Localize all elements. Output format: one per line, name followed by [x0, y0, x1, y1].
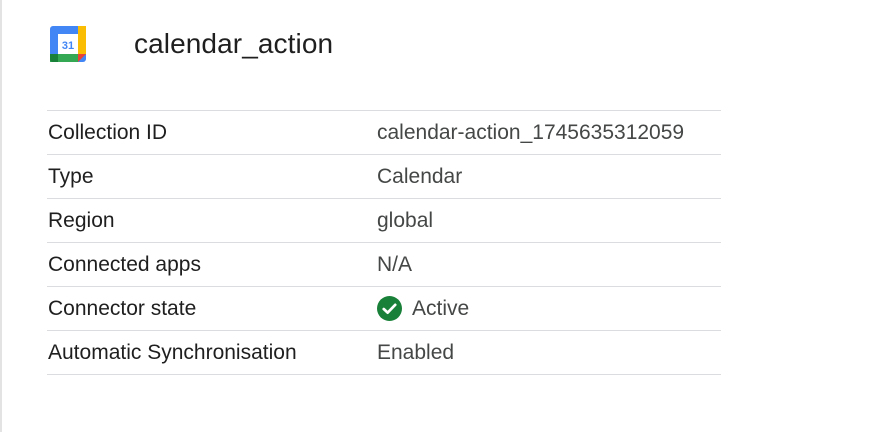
svg-text:31: 31 [62, 40, 74, 52]
page-header: 31 calendar_action [50, 26, 333, 62]
page-title: calendar_action [134, 28, 334, 59]
check-circle-icon [377, 296, 402, 321]
detail-value: Calendar [377, 164, 463, 188]
detail-row-type: Type Calendar [47, 155, 721, 199]
detail-value: global [377, 208, 434, 232]
detail-label: Automatic Synchronisation [48, 340, 297, 364]
detail-label: Connected apps [48, 252, 201, 276]
detail-row-region: Region global [47, 199, 721, 243]
detail-row-connector-state: Connector state Active [47, 287, 721, 331]
detail-label: Collection ID [48, 120, 168, 144]
google-calendar-icon: 31 [50, 26, 86, 62]
detail-label: Region [48, 208, 115, 232]
status-text: Active [412, 296, 470, 320]
status-value: Active [377, 296, 469, 321]
details-table: Collection ID calendar-action_1745635312… [47, 110, 721, 375]
detail-label: Type [48, 164, 94, 188]
detail-label: Connector state [48, 296, 197, 320]
detail-row-collection-id: Collection ID calendar-action_1745635312… [47, 111, 721, 155]
detail-row-connected-apps: Connected apps N/A [47, 243, 721, 287]
detail-value: Enabled [377, 340, 455, 364]
detail-value: N/A [377, 252, 413, 276]
detail-row-automatic-synchronisation: Automatic Synchronisation Enabled [47, 331, 721, 375]
connector-details-page: 31 calendar_action Collection ID calenda… [0, 0, 889, 432]
detail-value: calendar-action_1745635312059 [377, 120, 685, 144]
